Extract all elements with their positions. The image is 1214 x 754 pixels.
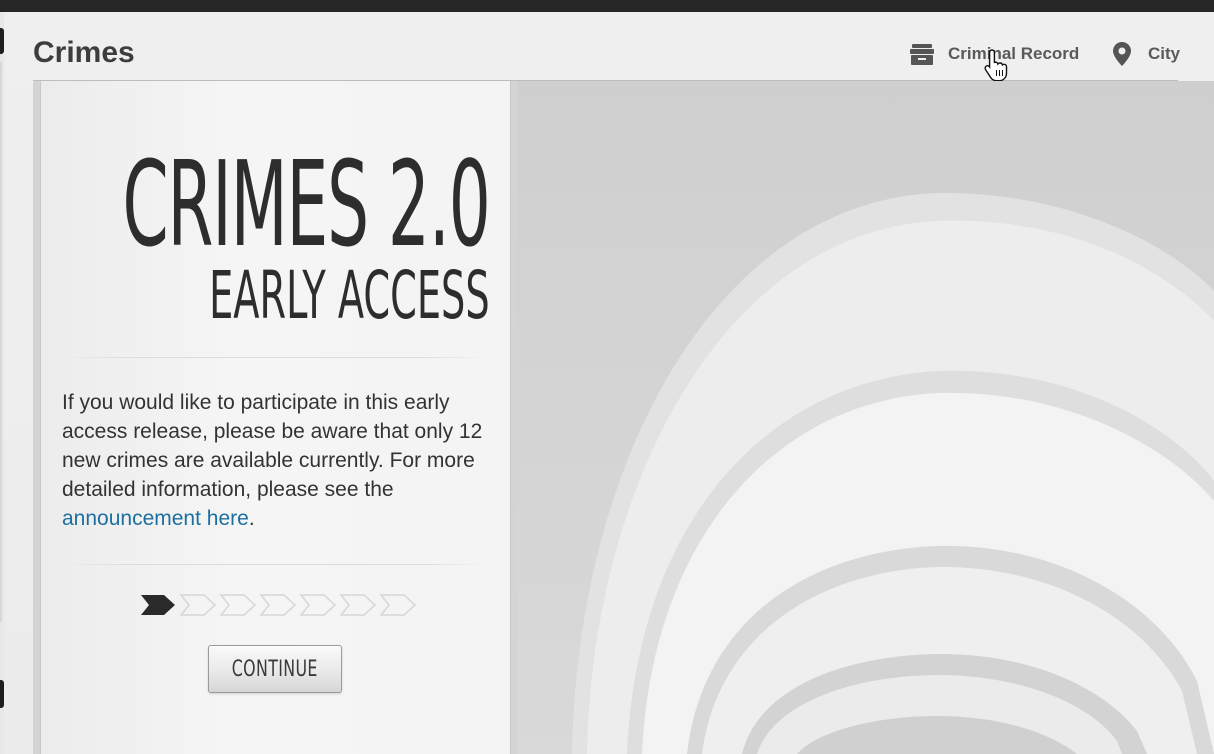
criminal-record-label: Criminal Record [948, 44, 1080, 63]
top-bar [0, 0, 1214, 12]
archive-box-icon [910, 42, 934, 66]
edge-line [0, 62, 2, 622]
divider [61, 357, 486, 358]
step-chevron-icon [260, 594, 296, 616]
promo-panel-frame: CRIMES 2.0 EARLY ACCESS If you would lik… [33, 81, 517, 754]
step-indicator [140, 594, 416, 616]
promo-description-suffix: . [248, 507, 255, 530]
page-header: Crimes Criminal Record City [33, 28, 1180, 81]
step-chevron-icon [220, 594, 256, 616]
continue-label: CONTINUE [231, 656, 319, 682]
background-arches-image [517, 81, 1214, 754]
step-chevron-icon [340, 594, 376, 616]
criminal-record-link[interactable]: Criminal Record [910, 42, 1079, 66]
promo-description-text: If you would like to participate in this… [62, 391, 483, 501]
promo-headline: CRIMES 2.0 [122, 135, 491, 273]
step-chevron-icon [380, 594, 416, 616]
promo-headline-block: CRIMES 2.0 EARLY ACCESS [0, 135, 491, 334]
map-pin-icon [1110, 42, 1134, 66]
step-chevron-icon [180, 594, 216, 616]
promo-subheadline: EARLY ACCESS [209, 257, 490, 334]
divider [61, 564, 486, 565]
page-title: Crimes [33, 36, 135, 69]
step-chevron-icon [141, 595, 175, 615]
step-chevron-icon [300, 594, 336, 616]
announcement-link[interactable]: announcement here [62, 507, 249, 530]
continue-button[interactable]: CONTINUE [208, 645, 342, 693]
promo-description: If you would like to participate in this… [62, 388, 492, 533]
promo-panel: CRIMES 2.0 EARLY ACCESS If you would lik… [40, 81, 511, 754]
city-label: City [1148, 44, 1181, 63]
city-link[interactable]: City [1110, 42, 1180, 66]
